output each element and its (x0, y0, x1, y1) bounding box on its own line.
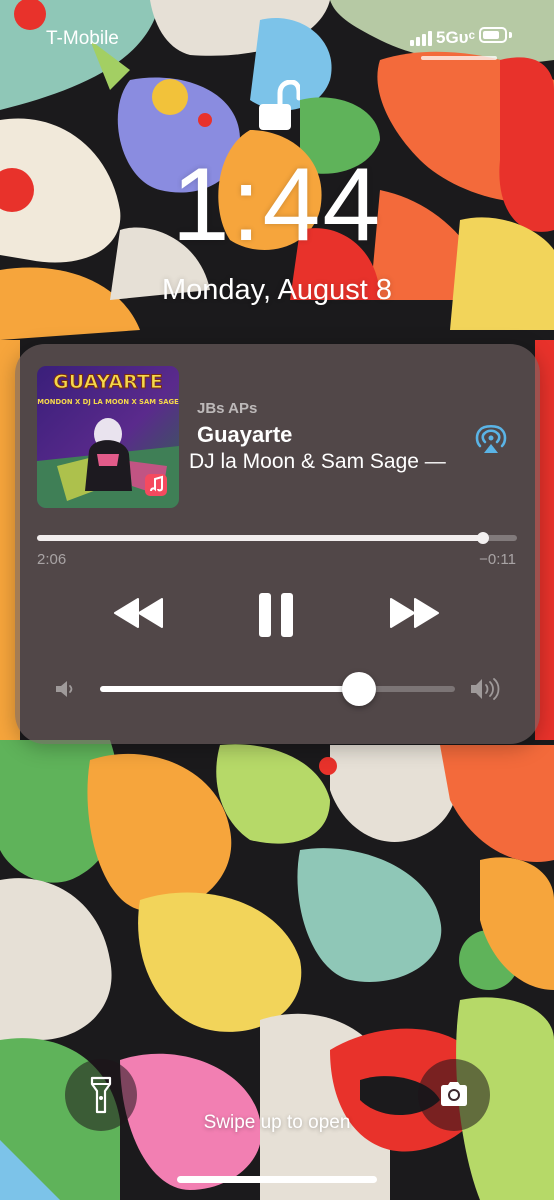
album-credits-text: MONDON X DJ LA MOON X SAM SAGE (37, 398, 179, 406)
unlocked-padlock-icon (259, 80, 300, 130)
swipe-up-hint: Swipe up to open (203, 1112, 351, 1133)
volume-slider-fill (100, 686, 360, 692)
now-playing-widget: GUAYARTE MONDON X DJ LA MOON X SAM SAGE … (15, 344, 540, 744)
lock-screen-date: Monday, August 8 (161, 274, 392, 306)
lock-screen-time: 1:44 (171, 147, 383, 263)
speaker-low-icon (56, 681, 73, 697)
battery-icon (479, 27, 507, 43)
fast-forward-icon[interactable] (388, 595, 440, 631)
elapsed-time: 2:06 (37, 551, 67, 568)
song-artist: DJ la Moon & Sam Sage — (189, 450, 446, 473)
volume-slider[interactable] (100, 672, 455, 706)
signal-strength-icon (410, 30, 432, 46)
camera-icon (441, 1082, 467, 1106)
playback-progress-fill (37, 535, 484, 541)
album-cover-image: GUAYARTE MONDON X DJ LA MOON X SAM SAGE (37, 366, 179, 508)
airplay-icon[interactable] (473, 420, 509, 456)
battery-level-fill (483, 31, 499, 39)
speaker-high-icon (471, 678, 500, 700)
volume-control (55, 672, 510, 706)
rewind-icon[interactable] (113, 595, 165, 631)
battery-tip (509, 32, 512, 38)
playback-source: JBs APs (197, 400, 258, 417)
flashlight-icon (90, 1076, 112, 1114)
network-type-label: 5Gᴜᶜ (436, 28, 476, 47)
song-title: Guayarte (197, 422, 293, 447)
home-indicator[interactable] (177, 1176, 377, 1183)
remaining-time: −0:11 (479, 551, 516, 568)
status-bar: T-Mobile 5Gᴜᶜ (0, 0, 554, 70)
playback-scrubber-handle[interactable] (477, 532, 490, 544)
album-artwork[interactable]: GUAYARTE MONDON X DJ LA MOON X SAM SAGE (37, 366, 179, 508)
pause-icon[interactable] (258, 592, 294, 638)
album-title-text: GUAYARTE (53, 371, 163, 393)
control-center-indicator[interactable] (421, 56, 497, 60)
playback-progress-bar[interactable] (37, 532, 517, 544)
volume-slider-handle[interactable] (342, 672, 377, 706)
carrier-label: T-Mobile (46, 28, 119, 49)
